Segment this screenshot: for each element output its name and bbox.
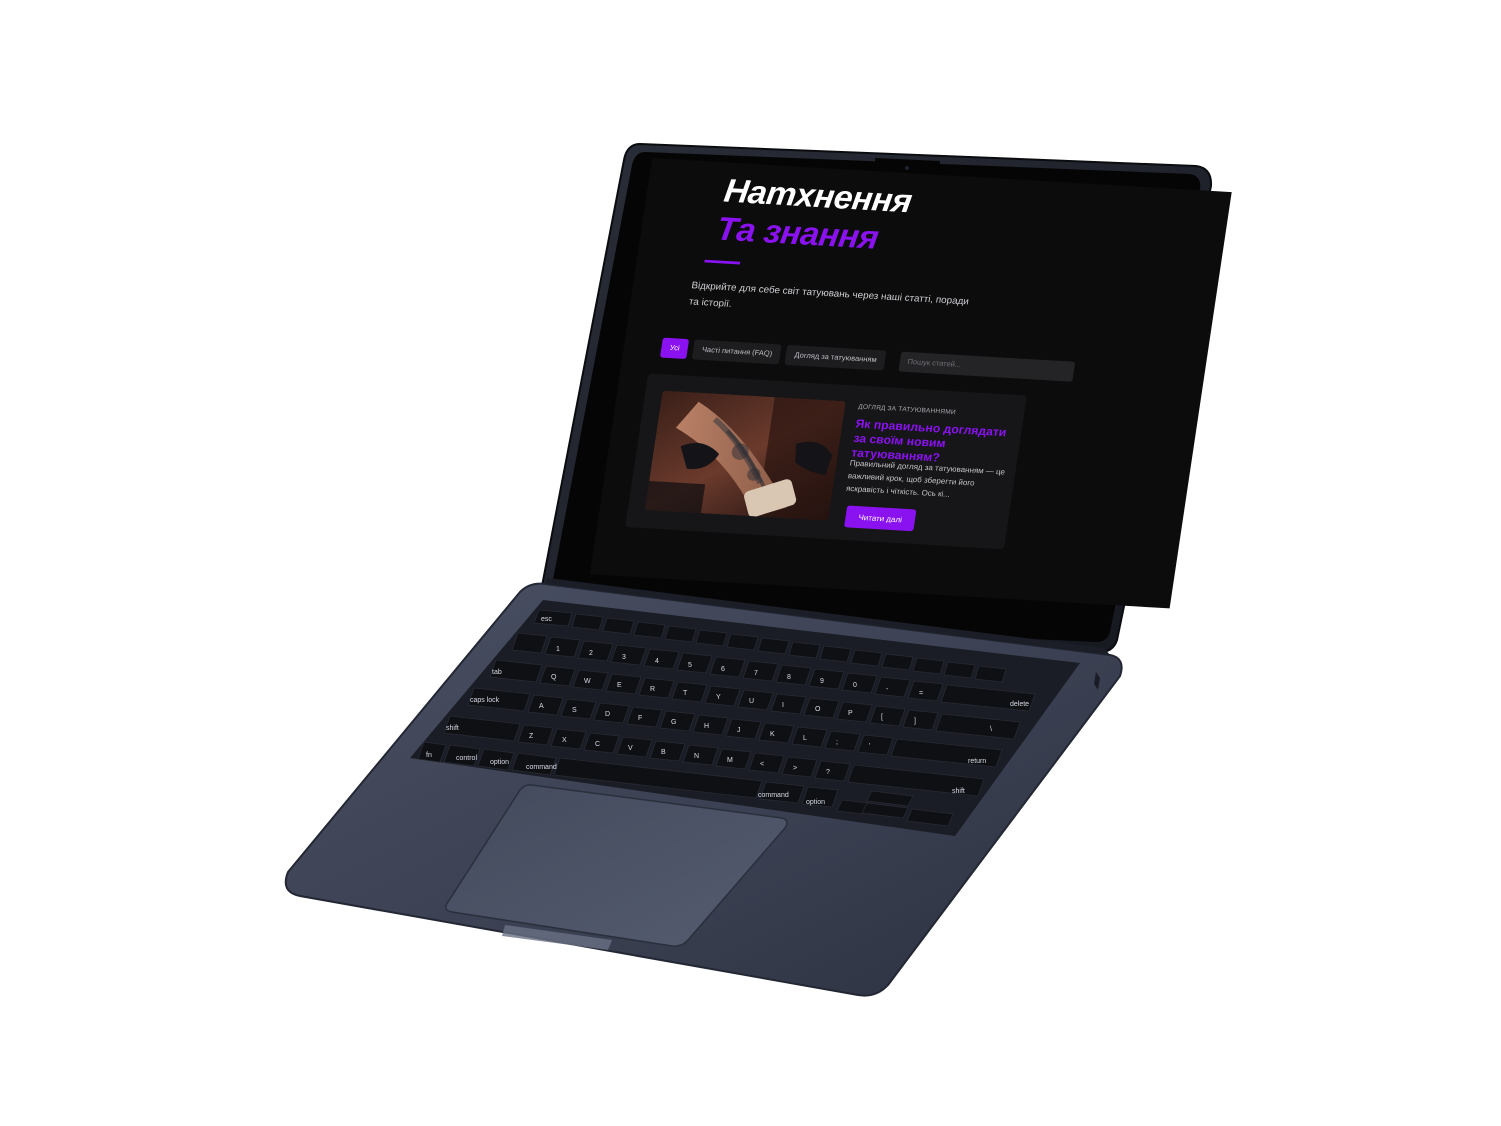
svg-text:>: > xyxy=(793,765,797,772)
svg-text:2: 2 xyxy=(589,650,593,657)
svg-text:Q: Q xyxy=(551,674,557,681)
svg-text:]: ] xyxy=(914,718,916,725)
svg-text:U: U xyxy=(749,698,754,705)
svg-text:option: option xyxy=(806,799,825,806)
svg-text:8: 8 xyxy=(787,674,791,681)
svg-text:G: G xyxy=(671,719,676,726)
svg-text:caps lock: caps lock xyxy=(470,697,500,704)
svg-text:K: K xyxy=(770,731,775,738)
svg-text:Z: Z xyxy=(529,733,534,740)
svg-text:W: W xyxy=(584,678,591,685)
svg-text:<: < xyxy=(760,761,764,768)
svg-text:command: command xyxy=(758,792,789,799)
svg-text:[: [ xyxy=(881,714,883,721)
svg-text:5: 5 xyxy=(688,662,692,669)
svg-text:C: C xyxy=(595,741,600,748)
svg-text:delete: delete xyxy=(1010,701,1029,708)
svg-text:=: = xyxy=(919,690,923,697)
svg-text:fn: fn xyxy=(426,752,432,759)
svg-text:esc: esc xyxy=(541,616,552,623)
svg-text:4: 4 xyxy=(655,658,659,665)
svg-text:command: command xyxy=(526,764,557,771)
svg-text:1: 1 xyxy=(556,646,560,653)
laptop-mockup: Натхнення Та знання Відкрийте для себе с… xyxy=(0,0,1501,1126)
svg-text:N: N xyxy=(694,753,699,760)
svg-text:option: option xyxy=(490,759,509,766)
svg-text:A: A xyxy=(539,703,544,710)
svg-text:P: P xyxy=(848,710,853,717)
svg-text:;: ; xyxy=(836,739,838,746)
svg-text:M: M xyxy=(727,757,733,764)
svg-text:S: S xyxy=(572,707,577,714)
svg-text:6: 6 xyxy=(721,666,725,673)
svg-text:7: 7 xyxy=(754,670,758,677)
svg-text:\: \ xyxy=(990,726,992,733)
svg-text:T: T xyxy=(683,690,688,697)
svg-text:B: B xyxy=(661,749,666,756)
svg-text:O: O xyxy=(815,706,821,713)
svg-text:control: control xyxy=(456,755,477,762)
svg-text:shift: shift xyxy=(952,788,965,795)
svg-text:3: 3 xyxy=(622,654,626,661)
svg-text:9: 9 xyxy=(820,678,824,685)
svg-text:0: 0 xyxy=(853,682,857,689)
svg-text:D: D xyxy=(605,711,610,718)
svg-text:return: return xyxy=(968,758,986,765)
svg-text:H: H xyxy=(704,723,709,730)
svg-text:': ' xyxy=(869,743,870,750)
svg-text:R: R xyxy=(650,686,655,693)
svg-text:X: X xyxy=(562,737,567,744)
svg-text:shift: shift xyxy=(446,725,459,732)
svg-text:L: L xyxy=(803,735,807,742)
svg-text:J: J xyxy=(737,727,741,734)
svg-text:I: I xyxy=(782,702,784,709)
svg-text:E: E xyxy=(617,682,622,689)
svg-text:Y: Y xyxy=(716,694,721,701)
svg-text:F: F xyxy=(638,715,642,722)
laptop-base: esc tab caps lock shift fn control optio… xyxy=(284,578,1123,997)
svg-text:tab: tab xyxy=(492,669,502,676)
svg-text:V: V xyxy=(628,745,633,752)
svg-text:?: ? xyxy=(826,769,830,776)
